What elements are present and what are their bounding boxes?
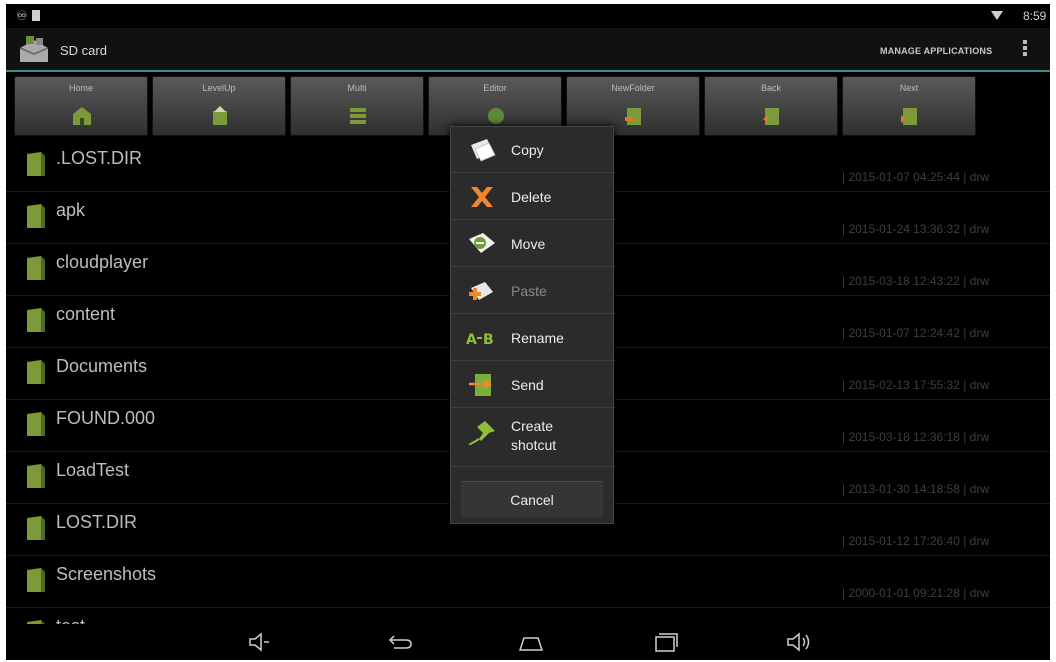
level-up-label: LevelUp: [202, 83, 236, 93]
new-folder-icon: [625, 108, 641, 125]
app-icon[interactable]: [16, 34, 52, 66]
file-name: cloudplayer: [56, 252, 149, 272]
home-label: Home: [68, 83, 93, 93]
next-icon: [901, 108, 917, 125]
file-meta: | 2015-01-07 04:25:44 | drw: [842, 170, 989, 184]
move-label: Move: [511, 236, 546, 252]
level-up-button[interactable]: LevelUp: [152, 76, 286, 136]
file-meta: | 2015-01-07 12:24:42 | drw: [842, 326, 989, 340]
notification-icon: [32, 10, 40, 21]
overflow-menu-icon[interactable]: [1022, 40, 1028, 60]
send-menu-item[interactable]: Send: [451, 362, 615, 408]
delete-icon: [471, 187, 493, 207]
usb-icon: ♾: [16, 8, 28, 23]
volume-down-icon[interactable]: [246, 630, 276, 654]
home-icon: [73, 107, 91, 125]
file-name: Screenshots: [56, 564, 157, 584]
file-row[interactable]: Screenshots | 2000-01-01 09:21:28 | drw: [6, 556, 1050, 608]
svg-text:A: A: [466, 332, 477, 348]
delete-menu-item[interactable]: Delete: [451, 174, 615, 220]
file-meta: | 2000-01-01 09:21:28 | drw: [842, 586, 989, 600]
file-meta: | 2015-02-13 17:55:32 | drw: [842, 378, 989, 392]
rename-menu-item[interactable]: A B Rename: [451, 315, 615, 361]
file-meta: | 2015-01-12 17:26:40 | drw: [842, 534, 989, 548]
paste-icon: [469, 282, 493, 300]
app-title: SD card: [60, 43, 107, 58]
back-label: Back: [760, 83, 781, 93]
file-name: .LOST.DIR: [56, 148, 143, 168]
back-nav-icon[interactable]: [384, 630, 414, 654]
next-label: Next: [899, 83, 919, 93]
file-name: apk: [56, 200, 86, 220]
rename-label: Rename: [511, 330, 564, 346]
copy-icon: [471, 139, 496, 162]
next-button[interactable]: Next: [842, 76, 976, 136]
file-name: Documents: [56, 356, 148, 376]
multi-label: Multi: [347, 83, 367, 93]
recent-apps-icon[interactable]: [650, 630, 680, 654]
context-menu: Copy Delete Move Paste A B Rename Send C…: [450, 126, 615, 524]
file-meta: | 2015-03-18 12:36:18 | drw: [842, 430, 989, 444]
create-shortcut-label: Create shotcut: [511, 418, 557, 453]
copy-menu-item[interactable]: Copy: [451, 127, 615, 173]
multi-button[interactable]: Multi: [290, 76, 424, 136]
folder-icon: [27, 412, 45, 436]
send-icon: [469, 374, 493, 396]
create-shortcut-menu-item[interactable]: Create shotcut: [451, 409, 615, 467]
move-icon: [469, 233, 495, 253]
folder-icon: [27, 516, 45, 540]
folder-icon: [27, 256, 45, 280]
editor-icon: [488, 108, 504, 124]
new-folder-label: NewFolder: [611, 83, 655, 93]
delete-label: Delete: [511, 189, 552, 205]
home-button[interactable]: Home: [14, 76, 148, 136]
multi-select-icon: [350, 108, 366, 124]
file-meta: | 2015-03-18 12:43:22 | drw: [842, 274, 989, 288]
create-shortcut-icon: [468, 421, 495, 445]
folder-icon: [27, 464, 45, 488]
folder-icon: [27, 204, 45, 228]
file-name: FOUND.000: [56, 408, 156, 428]
status-bar: ♾ 8:59: [6, 4, 1050, 28]
rename-icon: A B: [466, 332, 494, 348]
paste-menu-item[interactable]: Paste: [451, 268, 615, 314]
paste-label: Paste: [511, 283, 547, 299]
folder-icon: [27, 152, 45, 176]
folder-icon: [27, 360, 45, 384]
svg-text:B: B: [483, 332, 494, 348]
manage-applications-button[interactable]: MANAGE APPLICATIONS: [880, 46, 992, 56]
action-bar: SD card MANAGE APPLICATIONS: [6, 28, 1050, 72]
nav-bar: [6, 624, 1050, 660]
file-meta: | 2013-01-30 14:18:58 | drw: [842, 482, 989, 496]
copy-label: Copy: [511, 142, 544, 158]
editor-label: Editor: [483, 83, 507, 93]
folder-icon: [27, 568, 45, 592]
file-meta: | 2015-01-24 13:36:32 | drw: [842, 222, 989, 236]
cancel-button[interactable]: Cancel: [461, 481, 603, 517]
home-nav-icon[interactable]: [516, 630, 546, 654]
folder-icon: [27, 308, 45, 332]
back-icon: [763, 108, 779, 125]
send-label: Send: [511, 377, 544, 393]
volume-up-icon[interactable]: [784, 630, 814, 654]
file-name: content: [56, 304, 116, 324]
wifi-icon: [991, 11, 1003, 20]
screen: ♾ 8:59 SD card MANAGE APPLICATIONS Home …: [6, 4, 1050, 660]
back-button[interactable]: Back: [704, 76, 838, 136]
file-name: LoadTest: [56, 460, 130, 480]
level-up-icon: [213, 106, 227, 125]
clock: 8:59: [1023, 9, 1047, 23]
file-name: LOST.DIR: [56, 512, 138, 532]
move-menu-item[interactable]: Move: [451, 221, 615, 267]
